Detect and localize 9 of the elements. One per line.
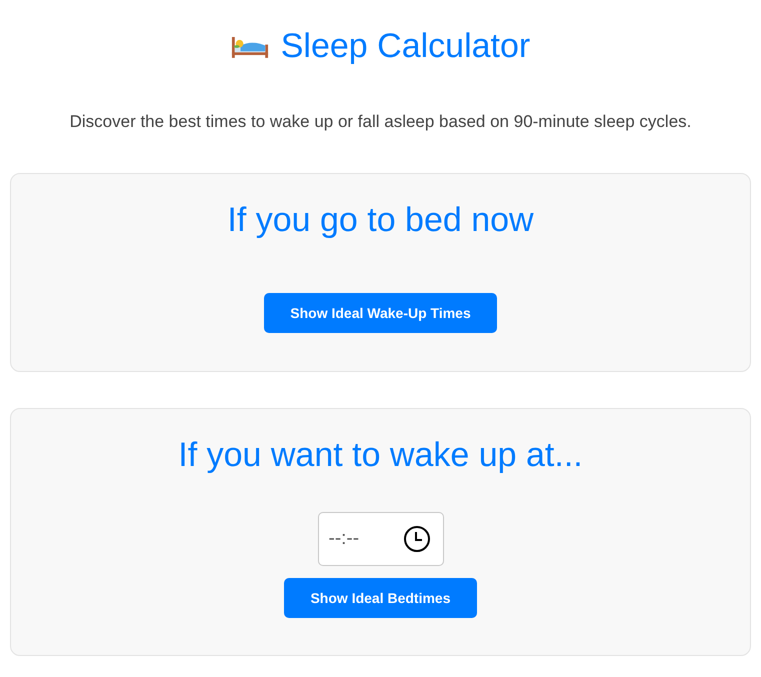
calculate-button[interactable]: Show Ideal Bedtimes [284,578,477,618]
calculate-button[interactable]: Show Ideal Wake-Up Times [264,293,497,333]
description-text: Discover the best times to wake up or fall asleep based on 90-minute sleep cycles. [68,112,692,132]
card-heading: If you want to wake up at... [178,435,583,475]
bed-icon [230,34,269,58]
time-input-field[interactable]: --:-- [318,512,444,566]
clock-icon [402,525,430,553]
page-title: Sleep Calculator [280,26,530,66]
card-heading: If you go to bed now [227,200,534,240]
